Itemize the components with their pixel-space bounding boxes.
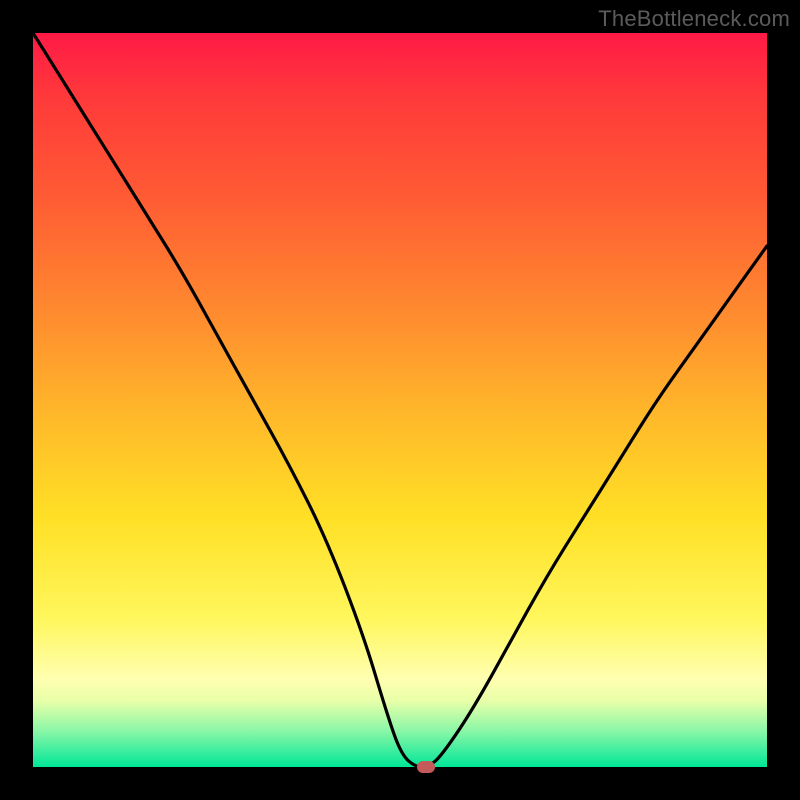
min-marker — [417, 761, 435, 773]
watermark-label: TheBottleneck.com — [598, 6, 790, 32]
chart-frame: TheBottleneck.com — [0, 0, 800, 800]
bottleneck-curve — [33, 33, 767, 767]
